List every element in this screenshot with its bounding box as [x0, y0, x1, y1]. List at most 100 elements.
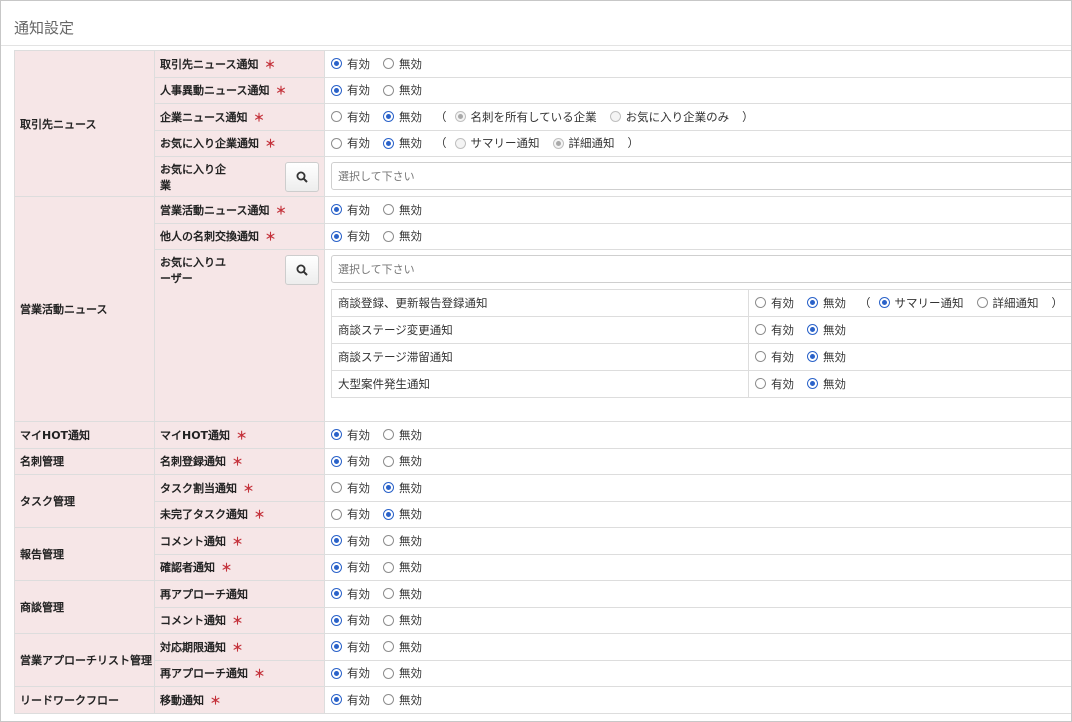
- option-off-7-1[interactable]: 無効: [383, 665, 422, 681]
- sub-option-0-3-0-radio[interactable]: [454, 137, 466, 149]
- option-on-6-0[interactable]: 有効: [331, 586, 370, 602]
- option-off-6-1[interactable]: 無効: [383, 612, 422, 628]
- sub-option-sub-0-1[interactable]: 詳細通知: [976, 295, 1039, 311]
- sub-option-sub-0-0-radio[interactable]: [878, 297, 890, 309]
- option-on-1-0-radio[interactable]: [331, 204, 342, 215]
- option-on-sub-1[interactable]: 有効: [755, 322, 794, 338]
- option-on-0-0-radio[interactable]: [331, 58, 342, 69]
- option-on-4-1-radio[interactable]: [331, 508, 342, 520]
- sub-option-sub-0-1-radio[interactable]: [976, 297, 988, 309]
- option-off-0-0[interactable]: 無効: [383, 56, 422, 72]
- option-off-5-1[interactable]: 無効: [383, 559, 422, 575]
- option-off-4-1-radio[interactable]: [383, 508, 394, 520]
- option-off-5-0-radio[interactable]: [383, 535, 394, 546]
- sub-option-0-3-1[interactable]: 詳細通知: [552, 135, 615, 151]
- option-off-2-0-radio[interactable]: [383, 429, 394, 440]
- option-on-1-1-radio[interactable]: [331, 230, 342, 242]
- option-on-sub-2[interactable]: 有効: [755, 349, 794, 365]
- option-off-4-0-radio[interactable]: [383, 482, 394, 493]
- option-off-4-0[interactable]: 無効: [383, 480, 422, 496]
- sub-option-0-2-1[interactable]: お気に入り企業のみ: [609, 109, 729, 125]
- option-on-7-0[interactable]: 有効: [331, 639, 370, 655]
- option-off-8-0[interactable]: 無効: [383, 692, 422, 708]
- option-off-1-0-radio[interactable]: [383, 204, 394, 215]
- option-on-0-0[interactable]: 有効: [331, 56, 370, 72]
- option-on-sub-0-radio[interactable]: [755, 297, 766, 309]
- option-off-6-0[interactable]: 無効: [383, 586, 422, 602]
- search-button[interactable]: [285, 255, 319, 285]
- option-off-0-1-radio[interactable]: [383, 84, 394, 96]
- sub-option-0-2-0[interactable]: 名刺を所有している企業: [454, 109, 597, 125]
- option-off-0-1[interactable]: 無効: [383, 82, 422, 98]
- sub-option-0-2-1-radio[interactable]: [609, 111, 621, 122]
- option-on-0-2-radio[interactable]: [331, 111, 342, 122]
- option-off-sub-0-radio[interactable]: [807, 297, 818, 309]
- option-off-sub-1[interactable]: 無効: [807, 322, 846, 338]
- option-off-1-1-radio[interactable]: [383, 230, 394, 242]
- option-off-7-0[interactable]: 無効: [383, 639, 422, 655]
- option-on-8-0-radio[interactable]: [331, 694, 342, 705]
- option-off-3-0-radio[interactable]: [383, 455, 394, 467]
- option-off-6-1-radio[interactable]: [383, 614, 394, 626]
- option-on-0-3-radio[interactable]: [331, 137, 342, 149]
- option-off-7-0-radio[interactable]: [383, 641, 394, 652]
- option-off-sub-2-radio[interactable]: [807, 351, 818, 363]
- sub-option-0-3-1-radio[interactable]: [552, 137, 564, 149]
- option-off-0-3[interactable]: 無効: [383, 135, 422, 151]
- option-on-4-0[interactable]: 有効: [331, 480, 370, 496]
- option-off-5-1-radio[interactable]: [383, 561, 394, 573]
- option-on-2-0-radio[interactable]: [331, 429, 342, 440]
- option-off-0-3-radio[interactable]: [383, 137, 394, 149]
- option-off-7-1-radio[interactable]: [383, 667, 394, 679]
- option-off-sub-3[interactable]: 無効: [807, 376, 846, 392]
- option-on-sub-3-radio[interactable]: [755, 378, 766, 390]
- option-on-7-1[interactable]: 有効: [331, 665, 370, 681]
- option-on-3-0[interactable]: 有効: [331, 453, 370, 469]
- option-off-6-0-radio[interactable]: [383, 588, 394, 599]
- option-off-sub-1-radio[interactable]: [807, 324, 818, 336]
- option-on-5-1-radio[interactable]: [331, 561, 342, 573]
- picker-input[interactable]: 選択して下さい: [331, 162, 1071, 190]
- sub-option-0-3-0[interactable]: サマリー通知: [454, 135, 540, 151]
- sub-option-sub-0-0[interactable]: サマリー通知: [878, 295, 964, 311]
- option-on-0-3[interactable]: 有効: [331, 135, 370, 151]
- option-off-8-0-radio[interactable]: [383, 694, 394, 705]
- option-on-0-1-radio[interactable]: [331, 84, 342, 96]
- option-off-3-0[interactable]: 無効: [383, 453, 422, 469]
- option-off-0-2-radio[interactable]: [383, 111, 394, 122]
- option-off-5-0[interactable]: 無効: [383, 533, 422, 549]
- option-on-sub-2-radio[interactable]: [755, 351, 766, 363]
- option-on-1-0[interactable]: 有効: [331, 202, 370, 218]
- option-on-5-0-radio[interactable]: [331, 535, 342, 546]
- option-off-2-0[interactable]: 無効: [383, 427, 422, 443]
- option-on-1-1[interactable]: 有効: [331, 228, 370, 244]
- option-on-5-0[interactable]: 有効: [331, 533, 370, 549]
- option-on-0-1[interactable]: 有効: [331, 82, 370, 98]
- option-on-sub-3[interactable]: 有効: [755, 376, 794, 392]
- picker-input[interactable]: 選択して下さい: [331, 255, 1071, 283]
- option-off-sub-2[interactable]: 無効: [807, 349, 846, 365]
- option-on-8-0[interactable]: 有効: [331, 692, 370, 708]
- option-on-sub-1-radio[interactable]: [755, 324, 766, 336]
- option-on-2-0[interactable]: 有効: [331, 427, 370, 443]
- option-on-6-1[interactable]: 有効: [331, 612, 370, 628]
- option-on-4-0-radio[interactable]: [331, 482, 342, 493]
- option-on-7-0-radio[interactable]: [331, 641, 342, 652]
- option-off-sub-0[interactable]: 無効: [807, 295, 846, 311]
- option-off-1-1[interactable]: 無効: [383, 228, 422, 244]
- option-off-4-1[interactable]: 無効: [383, 506, 422, 522]
- option-on-4-1[interactable]: 有効: [331, 506, 370, 522]
- option-on-0-2[interactable]: 有効: [331, 109, 370, 125]
- option-on-6-0-radio[interactable]: [331, 588, 342, 599]
- option-on-6-1-radio[interactable]: [331, 614, 342, 626]
- option-off-1-0[interactable]: 無効: [383, 202, 422, 218]
- sub-option-0-2-0-radio[interactable]: [454, 111, 466, 122]
- option-off-sub-3-radio[interactable]: [807, 378, 818, 390]
- option-on-5-1[interactable]: 有効: [331, 559, 370, 575]
- option-off-0-0-radio[interactable]: [383, 58, 394, 69]
- option-off-0-2[interactable]: 無効: [383, 109, 422, 125]
- option-on-sub-0[interactable]: 有効: [755, 295, 794, 311]
- option-on-7-1-radio[interactable]: [331, 667, 342, 679]
- search-button[interactable]: [285, 162, 319, 192]
- option-on-3-0-radio[interactable]: [331, 455, 342, 467]
